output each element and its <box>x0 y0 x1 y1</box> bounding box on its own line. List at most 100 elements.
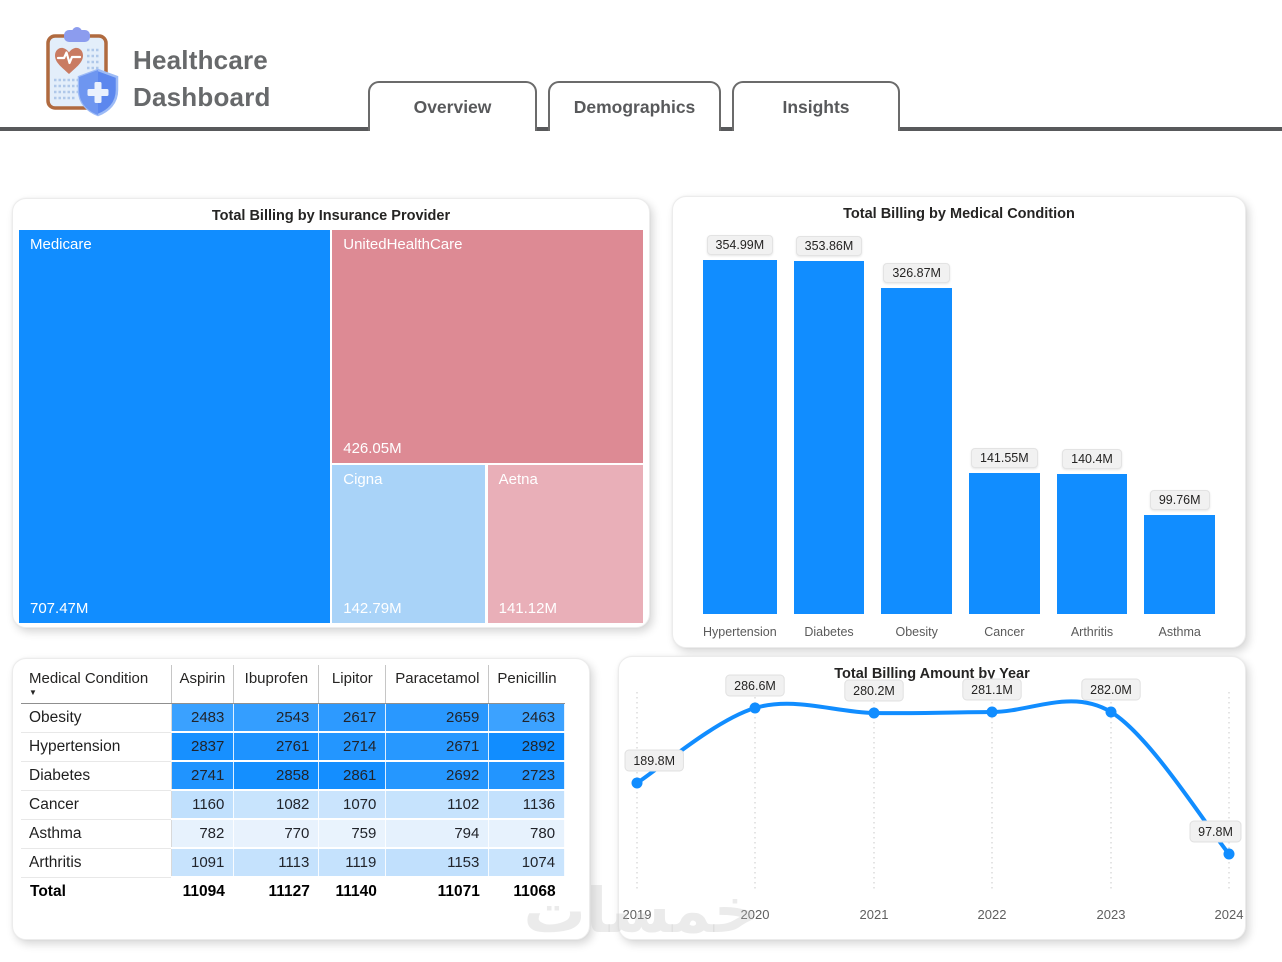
table-cell[interactable]: 2659 <box>386 703 489 732</box>
table-cell[interactable]: 2617 <box>319 703 386 732</box>
table-cell[interactable]: Diabetes <box>21 761 171 790</box>
treemap-cell-unitedhealthcare[interactable]: UnitedHealthCare 426.05M <box>332 230 643 463</box>
data-point-marker[interactable] <box>750 703 761 714</box>
total-cell: 11068 <box>489 877 565 906</box>
table-cell[interactable]: 1102 <box>386 790 489 819</box>
column-header[interactable]: Aspirin <box>171 665 234 703</box>
matrix-total-row: Total1109411127111401107111068 <box>21 877 565 906</box>
table-cell[interactable]: 782 <box>171 819 234 848</box>
app-title-line2: Dashboard <box>133 79 271 116</box>
treemap-cell-value: 141.12M <box>499 600 632 617</box>
tab-demographics[interactable]: Demographics <box>548 81 721 131</box>
column-header-label: Paracetamol <box>394 670 480 687</box>
treemap-title: Total Billing by Insurance Provider <box>13 207 649 226</box>
column-header[interactable]: Ibuprofen <box>234 665 319 703</box>
column-header-label: Penicillin <box>497 670 556 687</box>
x-axis-label: 2021 <box>860 907 889 922</box>
line-chart-svg: 189.8M286.6M280.2M281.1M282.0M97.8M20192… <box>623 686 1243 930</box>
tab-demographics-label: Demographics <box>574 97 696 118</box>
x-axis-label: 2022 <box>978 907 1007 922</box>
table-cell[interactable]: 794 <box>386 819 489 848</box>
table-cell[interactable]: 1160 <box>171 790 234 819</box>
table-cell[interactable]: 2692 <box>386 761 489 790</box>
table-cell[interactable]: 2892 <box>489 732 565 761</box>
treemap-cell-medicare[interactable]: Medicare 707.47M <box>19 230 330 623</box>
table-cell[interactable]: 2714 <box>319 732 386 761</box>
table-row: Asthma782770759794780 <box>21 819 565 848</box>
column-header-label: Lipitor <box>327 670 377 687</box>
table-row: Hypertension28372761271426712892 <box>21 732 565 761</box>
data-point-marker[interactable] <box>987 707 998 718</box>
table-cell[interactable]: Arthritis <box>21 848 171 877</box>
data-label: 282.0M <box>1090 683 1132 697</box>
table-cell[interactable]: 2858 <box>234 761 319 790</box>
x-axis-label: 2019 <box>623 907 652 922</box>
treemap-cell-cigna[interactable]: Cigna 142.79M <box>332 465 485 623</box>
data-label: 280.2M <box>853 684 895 698</box>
column-header[interactable]: Medical Condition▼ <box>21 665 171 703</box>
table-cell[interactable]: 759 <box>319 819 386 848</box>
treemap-cell-value: 707.47M <box>30 600 319 617</box>
table-cell[interactable]: 2741 <box>171 761 234 790</box>
table-cell[interactable]: 1070 <box>319 790 386 819</box>
table-cell[interactable]: 1074 <box>489 848 565 877</box>
bar[interactable] <box>881 288 952 614</box>
bar-category-label: Cancer <box>984 620 1024 644</box>
bar-value-label: 99.76M <box>1150 490 1210 510</box>
column-header-label: Aspirin <box>180 670 226 687</box>
bar[interactable] <box>969 473 1040 614</box>
bar[interactable] <box>794 261 865 614</box>
table-cell[interactable]: 2861 <box>319 761 386 790</box>
bar[interactable] <box>1057 474 1128 614</box>
table-cell[interactable]: 1113 <box>234 848 319 877</box>
total-cell: 11094 <box>171 877 234 906</box>
table-cell[interactable]: 770 <box>234 819 319 848</box>
data-point-marker[interactable] <box>1106 707 1117 718</box>
table-cell[interactable]: 1136 <box>489 790 565 819</box>
tab-insights-label: Insights <box>782 97 849 118</box>
table-row: Cancer11601082107011021136 <box>21 790 565 819</box>
table-cell[interactable]: 2837 <box>171 732 234 761</box>
table-cell[interactable]: Obesity <box>21 703 171 732</box>
bar[interactable] <box>703 260 777 614</box>
data-point-marker[interactable] <box>1224 849 1235 860</box>
bar-chart-title: Total Billing by Medical Condition <box>673 205 1245 224</box>
column-header[interactable]: Lipitor <box>319 665 386 703</box>
table-cell[interactable]: 2543 <box>234 703 319 732</box>
table-cell[interactable]: 2671 <box>386 732 489 761</box>
tab-bar: Overview Demographics Insights <box>368 81 900 131</box>
bar-category-label: Hypertension <box>703 620 777 644</box>
table-cell[interactable]: Hypertension <box>21 732 171 761</box>
column-header[interactable]: Paracetamol <box>386 665 489 703</box>
table-cell[interactable]: 2723 <box>489 761 565 790</box>
bar-column: 326.87MObesity <box>881 228 952 644</box>
bar-category-label: Arthritis <box>1071 620 1113 644</box>
table-cell[interactable]: Asthma <box>21 819 171 848</box>
table-cell[interactable]: 780 <box>489 819 565 848</box>
line-chart-title: Total Billing Amount by Year <box>619 665 1245 684</box>
table-cell[interactable]: Cancer <box>21 790 171 819</box>
tab-insights[interactable]: Insights <box>732 81 900 131</box>
table-cell[interactable]: 1082 <box>234 790 319 819</box>
total-cell: 11127 <box>234 877 319 906</box>
table-cell[interactable]: 2761 <box>234 732 319 761</box>
data-label: 281.1M <box>971 683 1013 697</box>
tab-overview[interactable]: Overview <box>368 81 537 131</box>
treemap-cell-aetna[interactable]: Aetna 141.12M <box>488 465 643 623</box>
table-row: Arthritis10911113111911531074 <box>21 848 565 877</box>
data-point-marker[interactable] <box>869 708 880 719</box>
table-cell[interactable]: 1153 <box>386 848 489 877</box>
bar-column: 354.99MHypertension <box>703 228 777 644</box>
bar-value-label: 353.86M <box>796 236 863 256</box>
data-point-marker[interactable] <box>632 778 643 789</box>
matrix-table: Medical Condition▼ Aspirin Ibuprofen Lipito… <box>21 665 565 906</box>
table-cell[interactable]: 1119 <box>319 848 386 877</box>
column-header[interactable]: Penicillin <box>489 665 565 703</box>
treemap-cell-name: UnitedHealthCare <box>343 236 632 253</box>
table-cell[interactable]: 2483 <box>171 703 234 732</box>
bar[interactable] <box>1144 515 1215 614</box>
table-cell[interactable]: 1091 <box>171 848 234 877</box>
table-cell[interactable]: 2463 <box>489 703 565 732</box>
bar-column: 99.76MAsthma <box>1144 228 1215 644</box>
bar-value-label: 141.55M <box>971 448 1038 468</box>
